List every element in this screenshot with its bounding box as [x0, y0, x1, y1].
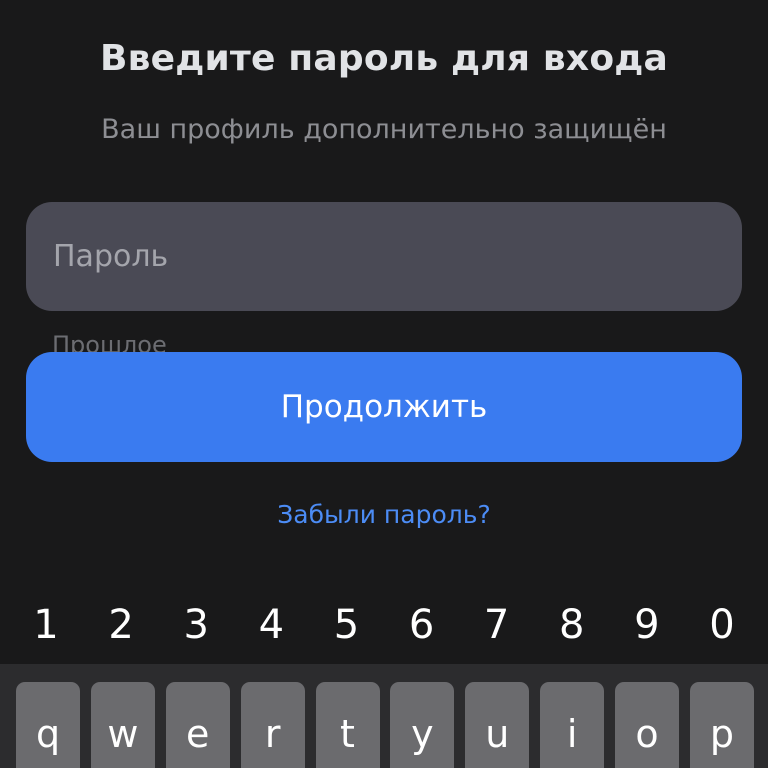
page-subtitle: Ваш профиль дополнительно защищён [101, 114, 667, 145]
key-2[interactable]: 2 [85, 595, 157, 655]
password-input[interactable] [51, 238, 742, 275]
key-1[interactable]: 1 [10, 595, 82, 655]
page-title: Введите пароль для входа [99, 38, 669, 79]
key-r[interactable]: r [240, 682, 305, 768]
key-3[interactable]: 3 [160, 595, 232, 655]
key-p[interactable]: p [689, 682, 754, 768]
key-4[interactable]: 4 [235, 595, 307, 655]
key-y[interactable]: y [390, 682, 455, 768]
key-0[interactable]: 0 [686, 595, 758, 655]
password-field[interactable] [26, 202, 742, 311]
key-8[interactable]: 8 [536, 595, 608, 655]
key-u[interactable]: u [465, 682, 530, 768]
key-5[interactable]: 5 [310, 595, 382, 655]
key-e[interactable]: e [165, 682, 230, 768]
keyboard: q w e r t y u i o p [0, 664, 768, 768]
key-o[interactable]: o [615, 682, 679, 768]
key-t[interactable]: t [315, 682, 380, 768]
key-9[interactable]: 9 [611, 595, 683, 655]
key-7[interactable]: 7 [461, 595, 533, 655]
keyboard-letter-row: q w e r t y u i o p [16, 682, 754, 768]
password-login-screen: Введите пароль для входа Ваш профиль доп… [0, 0, 768, 768]
keyboard-number-row: 1 2 3 4 5 6 7 8 9 0 [10, 595, 758, 655]
key-i[interactable]: i [540, 682, 605, 768]
key-6[interactable]: 6 [386, 595, 458, 655]
forgot-password-link[interactable]: Забыли пароль? [0, 500, 768, 529]
password-hint: Прошлое [52, 331, 167, 354]
continue-button[interactable]: Продолжить [26, 352, 742, 462]
key-q[interactable]: q [16, 682, 80, 768]
key-w[interactable]: w [90, 682, 155, 768]
